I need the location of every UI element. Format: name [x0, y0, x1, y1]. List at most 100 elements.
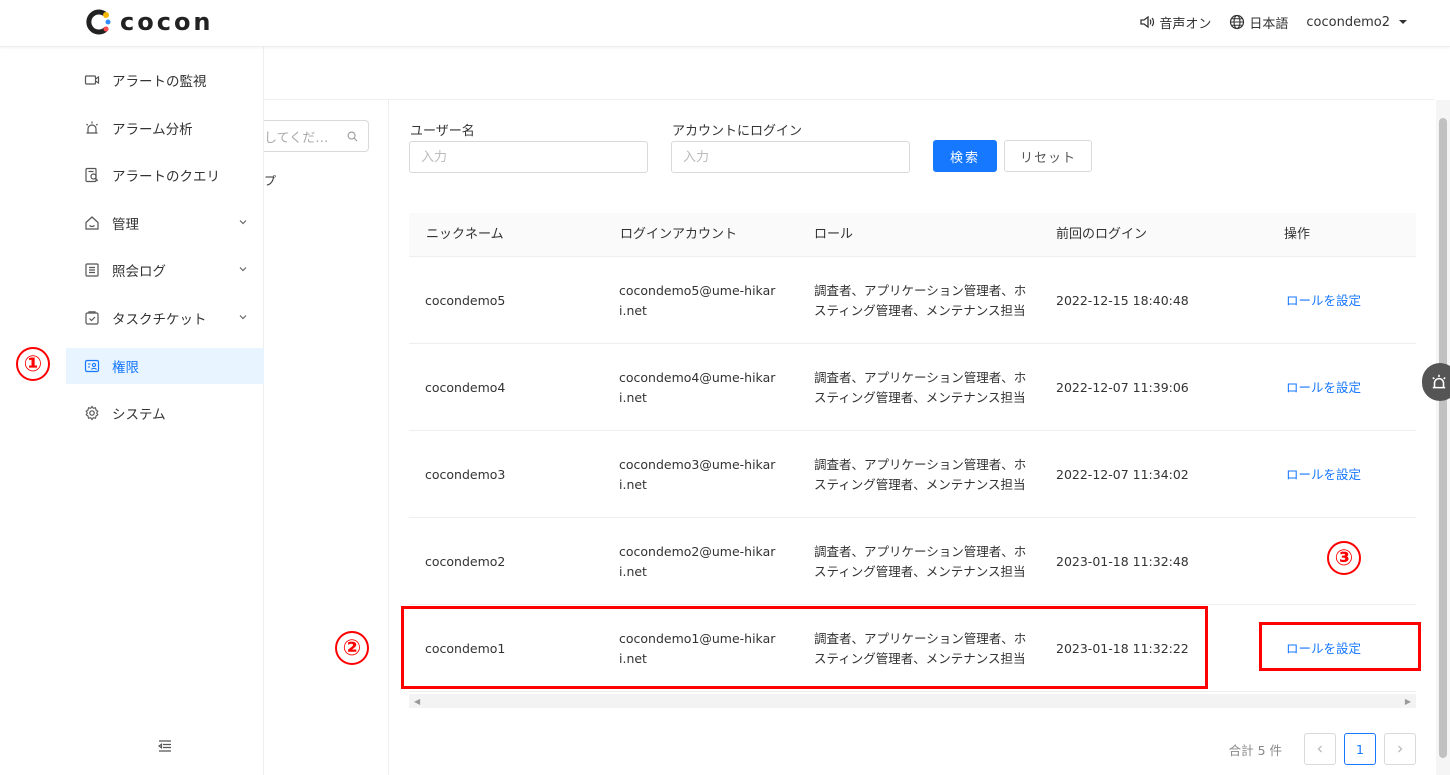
ticket-icon [84, 310, 100, 326]
caret-down-icon [1399, 20, 1407, 24]
scrollbar-thumb[interactable] [1439, 118, 1447, 758]
video-icon [84, 72, 100, 88]
logo-mark [86, 9, 112, 35]
cell-last-login: 2022-12-15 18:40:48 [1056, 292, 1189, 308]
sidebar-item-label: アラートの監視 [112, 74, 207, 90]
permission-icon [84, 358, 100, 374]
home-icon [84, 215, 100, 231]
cell-nickname: cocondemo2 [425, 553, 506, 569]
chevron-left-icon [1317, 745, 1322, 753]
sound-toggle[interactable]: 音声オン [1139, 13, 1211, 32]
sidebar-item-alert-monitor[interactable]: アラートの監視 [66, 62, 264, 98]
user-label: cocondemo2 [1306, 14, 1390, 30]
username-input[interactable] [409, 141, 648, 173]
prev-page-button[interactable] [1304, 733, 1336, 765]
annotation-number-3: ③ [1327, 541, 1361, 575]
cell-last-login: 2022-12-07 11:34:02 [1056, 466, 1189, 482]
set-role-link[interactable]: ロールを設定 [1286, 257, 1361, 344]
annotation-box-set-role [1259, 622, 1421, 671]
tree-search-placeholder: してくだ… [264, 130, 329, 146]
search-button[interactable]: 検索 [933, 140, 997, 172]
logo-text: cocon [120, 8, 214, 36]
sidebar-item-label: アラーム分析 [112, 122, 193, 138]
list-icon [84, 262, 100, 278]
cell-roles: 調査者、アプリケーション管理者、ホスティング管理者、メンテナンス担当 [814, 369, 1027, 405]
menu-collapse-icon[interactable] [157, 739, 172, 757]
sidebar-item-alarm-analysis[interactable]: アラーム分析 [66, 110, 264, 146]
table-header: ニックネーム ログインアカウント ロール 前回のログイン 操作 [409, 213, 1416, 257]
col-role: ロール [814, 227, 854, 242]
sidebar-item-inquiry-log[interactable]: 照会ログ [66, 252, 264, 288]
sidebar-item-label: アラートのクエリ [112, 169, 220, 185]
cell-login-account: cocondemo3@ume-hikari.net [619, 456, 776, 492]
cell-roles: 調査者、アプリケーション管理者、ホスティング管理者、メンテナンス担当 [814, 456, 1027, 492]
table-row[interactable]: cocondemo3 cocondemo3@ume-hikari.net 調査者… [409, 431, 1416, 518]
sidebar-item-label: 権限 [112, 360, 139, 376]
set-role-link[interactable]: ロールを設定 [1286, 344, 1361, 431]
cell-roles: 調査者、アプリケーション管理者、ホスティング管理者、メンテナンス担当 [814, 543, 1027, 579]
sound-label: 音声オン [1159, 16, 1212, 32]
sidebar-item-label: システム [112, 407, 166, 423]
top-header: cocon 音声オン 日本語 cocondemo2 [0, 0, 1450, 47]
language-label: 日本語 [1249, 16, 1289, 32]
col-login-account: ログインアカウント [620, 227, 738, 242]
next-page-button[interactable] [1384, 733, 1416, 765]
annotation-box-row [401, 606, 1208, 689]
username-label: ユーザー名 [410, 124, 475, 139]
tree-search-input[interactable]: してくだ… [264, 120, 369, 152]
chevron-down-icon [239, 220, 247, 225]
col-last-login: 前回のログイン [1056, 227, 1148, 242]
reset-button[interactable]: リセット [1004, 140, 1092, 172]
alarm-icon [1432, 374, 1446, 389]
chevron-down-icon [239, 315, 247, 320]
table-row[interactable]: cocondemo4 cocondemo4@ume-hikari.net 調査者… [409, 344, 1416, 431]
sidebar-item-label: 管理 [112, 217, 139, 233]
annotation-number-1: ① [16, 347, 50, 381]
scroll-right-icon[interactable]: ▶ [1405, 697, 1411, 706]
login-account-label: アカウントにログイン [672, 124, 803, 139]
sidebar-item-management[interactable]: 管理 [66, 205, 264, 241]
content-divider [264, 99, 1434, 100]
floating-alarm-button[interactable] [1422, 363, 1450, 401]
cell-nickname: cocondemo3 [425, 466, 506, 482]
cell-last-login: 2023-01-18 11:32:48 [1056, 553, 1189, 569]
table-row[interactable]: cocondemo2 cocondemo2@ume-hikari.net 調査者… [409, 518, 1416, 605]
chevron-right-icon [1398, 745, 1403, 753]
set-role-link[interactable]: ロールを設定 [1286, 431, 1361, 518]
alarm-icon [84, 120, 100, 136]
sidebar: アラートの監視 アラーム分析 アラートのクエリ 管理 照会ログ タスクチケット … [66, 47, 264, 775]
login-account-input[interactable] [671, 141, 910, 173]
scroll-left-icon[interactable]: ◀ [414, 697, 420, 706]
search-icon [347, 131, 358, 142]
sidebar-item-label: タスクチケット [112, 312, 207, 328]
page-vertical-scrollbar[interactable] [1436, 100, 1450, 775]
language-selector[interactable]: 日本語 [1229, 13, 1288, 32]
cell-login-account: cocondemo4@ume-hikari.net [619, 369, 776, 405]
annotation-number-2: ② [335, 631, 369, 665]
globe-icon [1230, 14, 1245, 30]
sidebar-item-alert-query[interactable]: アラートのクエリ [66, 157, 264, 193]
sidebar-item-permission[interactable]: 権限 [66, 348, 264, 384]
speaker-icon [1140, 15, 1155, 29]
col-action: 操作 [1284, 227, 1311, 242]
cell-roles: 調査者、アプリケーション管理者、ホスティング管理者、メンテナンス担当 [814, 282, 1027, 318]
sidebar-item-system[interactable]: システム [66, 395, 264, 431]
pagination: 合計 5 件 1 [1229, 733, 1416, 765]
cell-nickname: cocondemo4 [425, 379, 506, 395]
col-nickname: ニックネーム [426, 227, 504, 242]
cell-nickname: cocondemo5 [425, 292, 506, 308]
sidebar-item-label: 照会ログ [112, 264, 166, 280]
query-icon [84, 167, 100, 183]
user-menu[interactable]: cocondemo2 [1306, 15, 1412, 30]
cell-login-account: cocondemo2@ume-hikari.net [619, 543, 776, 579]
page-number-button[interactable]: 1 [1344, 733, 1376, 765]
cell-last-login: 2022-12-07 11:39:06 [1056, 379, 1189, 395]
group-tree-panel: してくだ… プ [264, 100, 389, 775]
pagination-total: 合計 5 件 [1228, 742, 1282, 758]
tree-node[interactable]: プ [264, 172, 276, 189]
cell-login-account: cocondemo5@ume-hikari.net [619, 282, 776, 318]
sidebar-item-task-ticket[interactable]: タスクチケット [66, 300, 264, 336]
table-horizontal-scrollbar[interactable]: ◀ ▶ [409, 694, 1416, 708]
table-row[interactable]: cocondemo5 cocondemo5@ume-hikari.net 調査者… [409, 257, 1416, 344]
app-logo[interactable]: cocon [86, 8, 214, 36]
